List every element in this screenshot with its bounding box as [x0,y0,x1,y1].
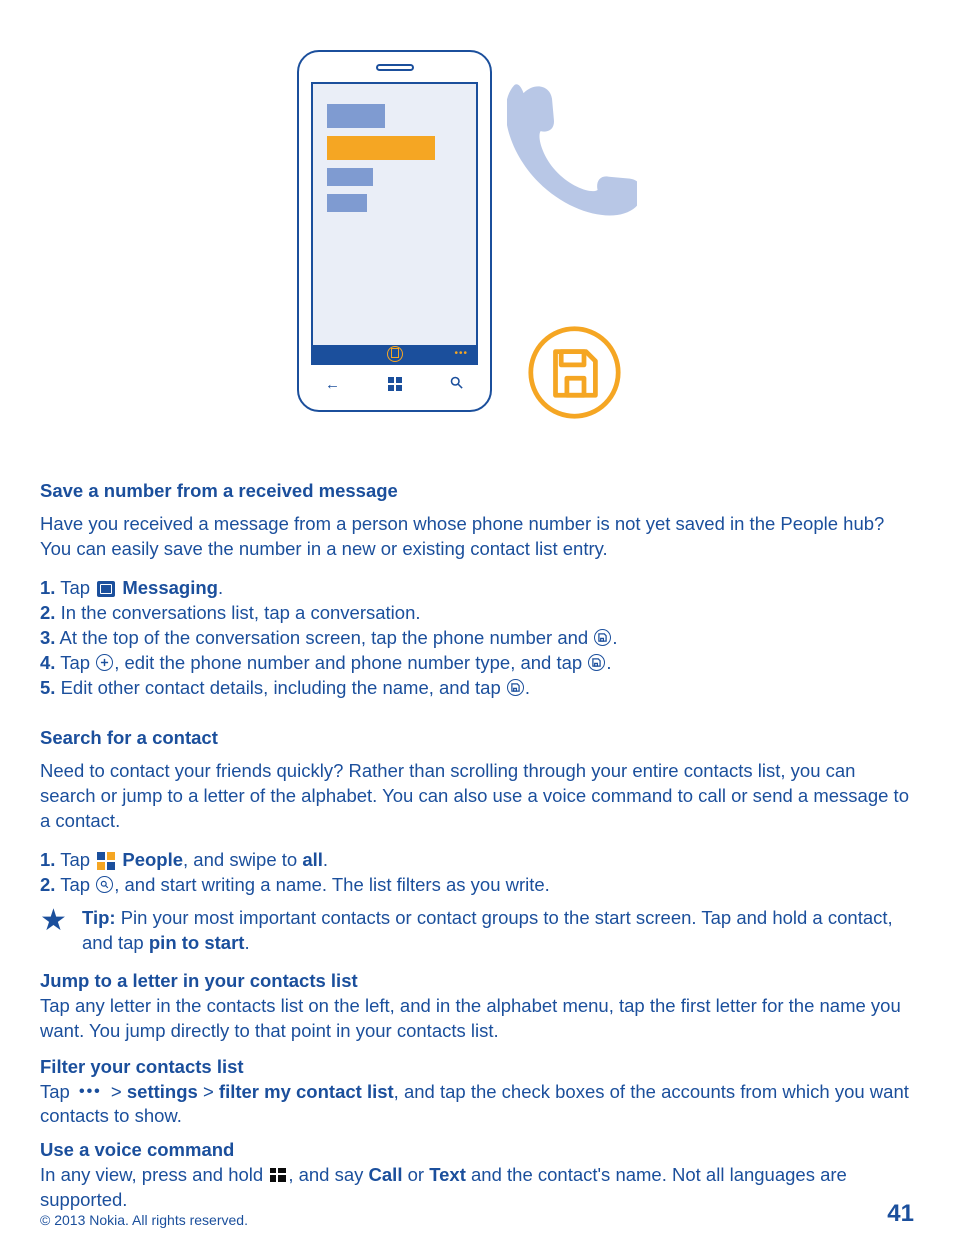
list-row [327,168,373,186]
step-text: . [323,849,328,870]
tip-label: Tip: [82,907,116,928]
save-icon [588,654,605,671]
step-number: 3. [40,627,55,648]
steps-list: 1. Tap Messaging. 2. In the conversation… [40,576,914,701]
step-text: At the top of the conversation screen, t… [55,627,593,648]
step-text: . [218,577,223,598]
save-icon [594,629,611,646]
phone-screen: ••• ••• [311,82,478,365]
overflow-icon: ••• [454,349,468,359]
command-word: Text [429,1164,466,1185]
body-text: , and say [288,1164,368,1185]
body-text: In any view, press and hold [40,1164,268,1185]
app-name: Messaging [117,577,218,598]
page-footer: © 2013 Nokia. All rights reserved. 41 [40,1200,914,1228]
step-text: . [606,652,611,673]
section-heading: Save a number from a received message [40,480,914,502]
step-text: Tap [55,874,95,895]
step-text: In the conversations list, tap a convers… [55,602,420,623]
search-icon [96,876,113,893]
save-icon-large [527,325,622,420]
step-number: 1. [40,849,55,870]
star-icon: ★ [40,906,68,934]
subsection-heading: Use a voice command [40,1139,914,1161]
illustration: ••• ••• ← [40,50,914,430]
save-icon [387,346,403,362]
add-icon [96,654,113,671]
body-text: Tap [40,1081,75,1102]
windows-icon [270,1168,286,1182]
action-name: all [302,849,323,870]
windows-icon [388,377,402,391]
step-text: . [525,677,530,698]
app-name: People [117,849,183,870]
copyright: © 2013 Nokia. All rights reserved. [40,1212,248,1228]
app-bar: ••• ••• [313,345,476,363]
body-text: or [402,1164,429,1185]
step-number: 1. [40,577,55,598]
menu-item: settings [127,1081,198,1102]
list-row [327,104,385,128]
step-text: Tap [55,652,95,673]
step-number: 2. [40,602,55,623]
menu-item: filter my contact list [219,1081,394,1102]
phone-handset-icon [507,80,637,230]
step-text: Tap [55,849,95,870]
step-number: 4. [40,652,55,673]
page: ••• ••• ← [0,0,954,1258]
save-icon [507,679,524,696]
page-number: 41 [887,1200,914,1228]
subsection-heading: Filter your contacts list [40,1056,914,1078]
back-icon: ← [325,376,340,393]
messaging-icon [97,581,115,597]
steps-list: 1. Tap People, and swipe to all. 2. Tap … [40,848,914,898]
command-word: Call [369,1164,403,1185]
section-intro: Have you received a message from a perso… [40,512,914,562]
tip-text: . [244,932,249,953]
nav-bar: ← [311,370,478,398]
step-number: 5. [40,677,55,698]
people-icon [97,852,115,870]
overflow-icon: ••• [79,1081,102,1103]
tip-block: ★ Tip: Pin your most important contacts … [40,906,914,956]
step-text: , and start writing a name. The list fil… [114,874,550,895]
step-text: , edit the phone number and phone number… [114,652,587,673]
step-text: . [612,627,617,648]
subsection-heading: Jump to a letter in your contacts list [40,970,914,992]
section-heading: Search for a contact [40,727,914,749]
search-icon [449,375,464,394]
body-text: > [198,1081,219,1102]
list-row [327,194,367,212]
body-text: > [106,1081,127,1102]
step-text: , and swipe to [183,849,302,870]
action-name: pin to start [149,932,245,953]
list-row-highlight [327,136,435,160]
step-number: 2. [40,874,55,895]
subsection-body: Tap any letter in the contacts list on t… [40,994,914,1044]
phone-outline: ••• ••• ← [297,50,492,412]
step-text: Edit other contact details, including th… [55,677,505,698]
phone-earpiece [376,64,414,71]
section-intro: Need to contact your friends quickly? Ra… [40,759,914,834]
step-text: Tap [55,577,95,598]
